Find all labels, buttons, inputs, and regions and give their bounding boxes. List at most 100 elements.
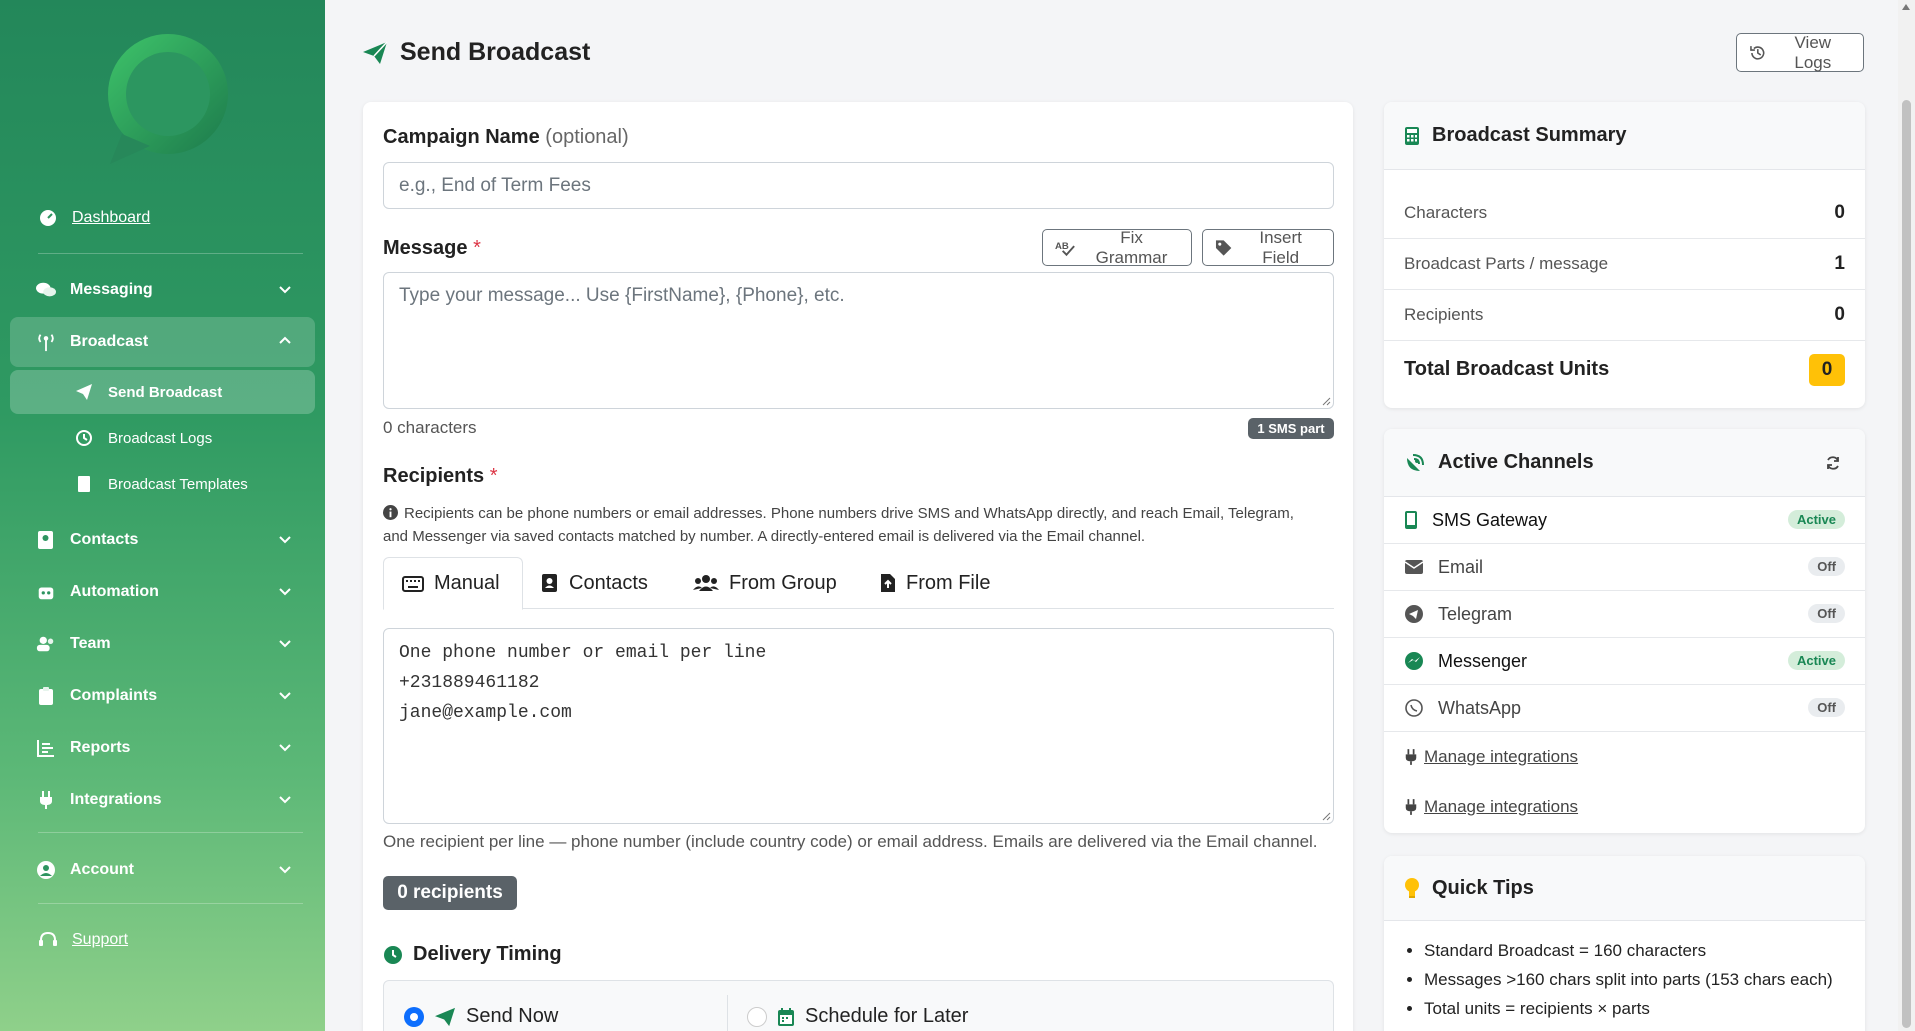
message-textarea[interactable]: Type your message... Use {FirstName}, {P…	[383, 272, 1334, 409]
history-icon	[1750, 45, 1765, 60]
sidebar-divider	[38, 253, 303, 254]
sidebar-item-label: Reports	[70, 739, 131, 756]
send-now-option[interactable]: Send Now	[404, 1005, 558, 1028]
tab-contacts[interactable]: Contacts	[523, 557, 666, 609]
recipients-count-badge: 0 recipients	[383, 876, 517, 910]
sidebar-item-label: Support	[72, 931, 129, 948]
status-badge: Active	[1787, 651, 1845, 670]
sidebar-item-send-broadcast[interactable]: Send Broadcast	[10, 370, 315, 414]
send-now-label: Send Now	[466, 1005, 559, 1027]
recipients-label-text: Recipients	[383, 465, 485, 487]
fix-grammar-label: Fix Grammar	[1095, 227, 1168, 267]
chevron-up-icon	[279, 336, 291, 344]
quick-tips-card: Quick Tips Standard Broadcast = 160 char…	[1384, 856, 1865, 1031]
channel-name: Email	[1438, 556, 1484, 577]
tab-from-file[interactable]: From File	[862, 557, 1008, 609]
view-logs-button[interactable]: View Logs	[1736, 33, 1864, 72]
summary-row-total: Total Broadcast Units 0	[1384, 344, 1865, 395]
summary-row-parts: Broadcast Parts / message 1	[1384, 239, 1865, 290]
campaign-name-placeholder: e.g., End of Term Fees	[399, 175, 591, 196]
resize-handle-icon[interactable]	[1321, 811, 1331, 821]
schedule-later-option[interactable]: Schedule for Later	[747, 1005, 968, 1028]
broadcast-summary-title: Broadcast Summary	[1432, 124, 1627, 146]
total-units-badge: 0	[1809, 353, 1845, 386]
chevron-down-icon	[279, 692, 291, 700]
chevron-down-icon	[279, 744, 291, 752]
channel-row-messenger: Messenger Active	[1384, 638, 1865, 685]
summary-value: 1	[1834, 253, 1845, 274]
sidebar-item-label: Integrations	[70, 791, 162, 808]
spell-check-icon: AB	[1055, 240, 1075, 256]
plug-icon	[1405, 749, 1417, 765]
refresh-icon[interactable]	[1825, 455, 1841, 471]
plug-icon	[36, 790, 56, 810]
sidebar-item-account[interactable]: Account	[10, 845, 315, 895]
recipient-source-tabs: Manual Contacts From Group From File	[383, 557, 1334, 610]
recipients-help-text: One recipient per line — phone number (i…	[383, 832, 1318, 851]
channel-name: WhatsApp	[1438, 697, 1522, 718]
file-icon	[74, 474, 94, 494]
sidebar-item-support[interactable]: Support	[38, 930, 128, 950]
radio-unselected-icon[interactable]	[747, 1006, 767, 1027]
sidebar-item-complaints[interactable]: Complaints	[10, 671, 315, 721]
sidebar-item-broadcast-logs[interactable]: Broadcast Logs	[10, 416, 315, 460]
tab-label: From Group	[729, 571, 837, 594]
manage-integrations-link[interactable]: Manage integrations	[1404, 797, 1578, 817]
resize-handle-icon[interactable]	[1321, 396, 1331, 406]
address-book-icon	[36, 530, 56, 550]
page-scrollbar[interactable]	[1898, 0, 1915, 1031]
schedule-later-label: Schedule for Later	[805, 1005, 969, 1027]
chevron-down-icon	[279, 588, 291, 596]
paper-plane-icon	[435, 1007, 455, 1026]
delivery-timing-options: Send Now Schedule for Later	[383, 980, 1334, 1031]
fix-grammar-button[interactable]: AB Fix Grammar	[1042, 227, 1192, 267]
list-item: Total units = recipients × parts	[1424, 994, 1833, 1023]
tab-label: Manual	[434, 572, 500, 594]
status-badge: Active	[1787, 510, 1845, 529]
sidebar-item-label: Automation	[70, 583, 159, 600]
recipients-label: Recipients *	[383, 465, 498, 488]
clipboard-icon	[36, 686, 56, 706]
scrollbar-thumb[interactable]	[1902, 100, 1911, 1028]
tab-from-group[interactable]: From Group	[675, 557, 855, 609]
headset-icon	[38, 930, 58, 950]
summary-row-recipients: Recipients 0	[1384, 290, 1865, 341]
summary-label: Recipients	[1404, 305, 1484, 324]
sidebar-item-automation[interactable]: Automation	[10, 567, 315, 617]
summary-label: Total Broadcast Units	[1404, 358, 1610, 380]
sidebar-item-contacts[interactable]: Contacts	[10, 515, 315, 565]
sidebar-item-label: Broadcast	[70, 333, 149, 350]
chart-bar-icon	[36, 738, 56, 758]
chevron-down-icon	[279, 796, 291, 804]
whatsapp-icon	[1405, 699, 1423, 717]
sidebar-item-reports[interactable]: Reports	[10, 723, 315, 773]
recipients-info: Recipients can be phone numbers or email…	[383, 502, 1323, 548]
recipients-info-text: Recipients can be phone numbers or email…	[383, 505, 1294, 545]
scroll-up-arrow-icon[interactable]	[1902, 4, 1910, 10]
sidebar-divider	[38, 832, 303, 833]
history-icon	[74, 428, 94, 448]
recipients-textarea[interactable]: One phone number or email per line +2318…	[383, 628, 1334, 824]
option-divider	[727, 995, 728, 1031]
paper-plane-icon	[363, 40, 388, 64]
tab-manual[interactable]: Manual	[383, 557, 523, 610]
manage-integrations-link[interactable]: Manage integrations	[1404, 747, 1578, 767]
summary-label: Characters	[1404, 203, 1488, 222]
sidebar-item-broadcast-templates[interactable]: Broadcast Templates	[10, 462, 315, 506]
channel-row-telegram: Telegram Off	[1384, 591, 1865, 638]
chevron-down-icon	[279, 286, 291, 294]
sidebar-item-messaging[interactable]: Messaging	[10, 265, 315, 315]
radio-selected-icon[interactable]	[404, 1006, 424, 1027]
sidebar-item-label: Dashboard	[72, 209, 151, 226]
sidebar-item-integrations[interactable]: Integrations	[10, 775, 315, 825]
sidebar-item-dashboard[interactable]: Dashboard	[38, 208, 150, 228]
sidebar-item-label: Complaints	[70, 687, 158, 704]
quick-tips-header: Quick Tips	[1384, 856, 1865, 921]
character-count: 0 characters	[383, 418, 477, 437]
campaign-name-input[interactable]: e.g., End of Term Fees	[383, 162, 1334, 209]
insert-field-button[interactable]: Insert Field	[1202, 228, 1334, 267]
status-badge: Off	[1808, 604, 1845, 623]
sidebar-item-broadcast[interactable]: Broadcast	[10, 317, 315, 367]
sidebar-item-label: Account	[70, 861, 134, 878]
sidebar-item-team[interactable]: Team	[10, 619, 315, 669]
